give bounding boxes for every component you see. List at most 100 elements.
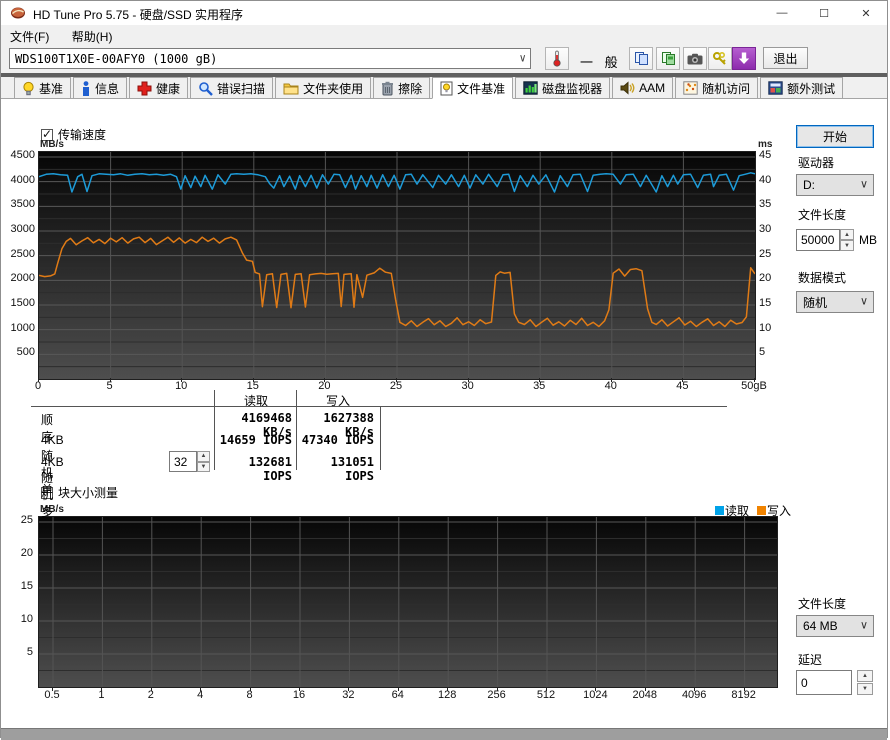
x-axis-tickmark xyxy=(150,687,152,691)
transfer-chart-y-unit: MB/s xyxy=(40,139,64,150)
x-axis-tickmark xyxy=(252,378,254,382)
tab-label: 健康 xyxy=(156,81,181,96)
tab-aam[interactable]: AAM xyxy=(612,77,674,98)
tab-label: AAM xyxy=(639,81,666,95)
folder-icon xyxy=(283,82,299,95)
x-axis-tickmark xyxy=(743,687,745,691)
transfer-chart-y2-tick: 20 xyxy=(759,272,772,285)
table-header-divider xyxy=(31,406,727,407)
block-chart-y-tick: 5 xyxy=(26,646,33,658)
titlebar: HD Tune Pro 5.75 - 硬盘/SSD 实用程序 — ☐ ✕ xyxy=(1,1,887,25)
queue-depth-input[interactable]: 32 xyxy=(169,451,197,472)
legend-color-swatch xyxy=(756,506,766,515)
start-button[interactable]: 开始 xyxy=(796,125,874,148)
exit-button[interactable]: 退出 xyxy=(763,47,808,69)
screenshot-button[interactable] xyxy=(683,47,707,70)
x-axis-tickmark xyxy=(546,687,547,691)
transfer-chart-y2-tick: 5 xyxy=(759,346,766,359)
file-length-spinner[interactable]: ▲ ▼ xyxy=(840,229,854,251)
x-axis-tickmark xyxy=(447,687,449,691)
transfer-chart-y2-tick: 35 xyxy=(759,198,772,211)
transfer-speed-label: 传输速度 xyxy=(58,128,107,142)
close-button[interactable]: ✕ xyxy=(845,1,887,25)
x-axis-tickmark xyxy=(52,687,53,691)
tab-extra-tests[interactable]: 额外测试 xyxy=(760,77,844,98)
tab-label: 磁盘监视器 xyxy=(542,81,603,96)
latency-spinner[interactable]: ▲ ▼ xyxy=(857,670,873,695)
tab-label: 信息 xyxy=(95,81,120,96)
tab-folder-usage[interactable]: 文件夹使用 xyxy=(275,77,372,98)
save-results-button[interactable] xyxy=(732,47,756,70)
x-axis-tickmark xyxy=(694,687,696,691)
table-column-divider xyxy=(214,390,215,470)
x-axis-tickmark xyxy=(348,687,350,691)
file-length-label: 文件长度 xyxy=(798,208,847,222)
options-button[interactable] xyxy=(708,47,732,70)
transfer-chart-y-tick: 2500 xyxy=(10,247,35,260)
x-axis-tickmark xyxy=(101,687,103,691)
spin-down-icon[interactable]: ▼ xyxy=(840,240,854,251)
tab-health[interactable]: 健康 xyxy=(129,77,189,98)
transfer-chart-y-tick: 1500 xyxy=(10,297,35,310)
spin-up-icon[interactable]: ▲ xyxy=(197,451,210,462)
chevron-down-icon: ∨ xyxy=(859,619,868,632)
tab-benchmark[interactable]: 基准 xyxy=(14,77,72,98)
spin-down-icon[interactable]: ▼ xyxy=(197,461,210,472)
tab-file-benchmark[interactable]: 文件基准 xyxy=(432,77,514,99)
block-size-chart xyxy=(38,516,778,688)
transfer-chart-y2-tick: 15 xyxy=(759,297,772,310)
drive-dropdown[interactable]: D: ∨ xyxy=(796,174,874,196)
transfer-chart-y2-tick: 10 xyxy=(759,321,772,334)
tab-info[interactable]: 信息 xyxy=(73,77,128,98)
block-file-length-label: 文件长度 xyxy=(798,597,847,611)
spin-down-icon[interactable]: ▼ xyxy=(857,683,873,695)
file-length-input[interactable]: 50000 xyxy=(796,229,840,251)
transfer-chart-y-tick: 3500 xyxy=(10,198,35,211)
chevron-down-icon: ∨ xyxy=(859,178,868,191)
spin-up-icon[interactable]: ▲ xyxy=(840,229,854,240)
x-axis-tickmark xyxy=(644,687,646,691)
copy-pages-icon xyxy=(634,52,648,65)
copy-image-icon xyxy=(661,52,675,65)
spin-up-icon[interactable]: ▲ xyxy=(857,670,873,682)
table-row-label: 4KB 随机多 xyxy=(41,455,64,519)
x-axis-tickmark xyxy=(38,378,39,382)
extra-tests-icon xyxy=(768,81,783,95)
hd-tune-window: HD Tune Pro 5.75 - 硬盘/SSD 实用程序 — ☐ ✕ 文件(… xyxy=(0,0,888,740)
drive-select[interactable]: WDS100T1X0E-00AFY0 (1000 gB) ∨ xyxy=(9,48,531,69)
toolbar: WDS100T1X0E-00AFY0 (1000 gB) ∨ 一 般 退出 xyxy=(1,45,887,73)
drive-select-value: WDS100T1X0E-00AFY0 (1000 gB) xyxy=(15,51,218,66)
keys-icon xyxy=(713,51,726,65)
thermometer-icon xyxy=(553,50,561,67)
x-axis-tickmark xyxy=(754,378,755,382)
file-benchmark-icon xyxy=(440,81,453,96)
transfer-chart-y-tick: 500 xyxy=(16,346,35,359)
magnifier-icon xyxy=(198,81,213,96)
block-file-length-value: 64 MB xyxy=(803,619,838,633)
temperature-button[interactable] xyxy=(545,47,569,70)
tab-error-scan[interactable]: 错误扫描 xyxy=(190,77,274,98)
data-mode-dropdown[interactable]: 随机 ∨ xyxy=(796,291,874,313)
block-file-length-dropdown[interactable]: 64 MB ∨ xyxy=(796,615,874,637)
tab-disk-monitor[interactable]: 磁盘监视器 xyxy=(515,77,611,98)
minimize-button[interactable]: — xyxy=(761,1,803,25)
speaker-icon xyxy=(620,81,635,95)
maximize-button[interactable]: ☐ xyxy=(803,1,845,25)
table-column-divider xyxy=(296,390,297,470)
transfer-chart-y-tick: 2000 xyxy=(10,272,35,285)
queue-depth-spinner[interactable]: ▲ ▼ xyxy=(197,451,210,472)
table-read-value: 132681 IOPS xyxy=(248,455,292,483)
table-write-value: 47340 IOPS xyxy=(301,433,374,447)
tab-random-access[interactable]: 随机访问 xyxy=(675,77,759,98)
block-chart-y-tick: 10 xyxy=(20,613,33,625)
camera-icon xyxy=(687,53,703,64)
transfer-chart-y2-tick: 40 xyxy=(759,173,772,186)
main-content: ✓ 传输速度 开始 驱动器 D: ∨ 文件长度 50000 ▲ ▼ MB 数据模… xyxy=(1,99,887,728)
latency-input[interactable]: 0 xyxy=(796,670,852,695)
window-bottom-edge xyxy=(1,728,887,740)
copy-image-button[interactable] xyxy=(656,47,680,70)
copy-text-button[interactable] xyxy=(629,47,653,70)
transfer-chart-y-tick: 1000 xyxy=(10,321,35,334)
legend-color-swatch xyxy=(714,506,724,515)
tab-erase[interactable]: 擦除 xyxy=(373,77,431,98)
